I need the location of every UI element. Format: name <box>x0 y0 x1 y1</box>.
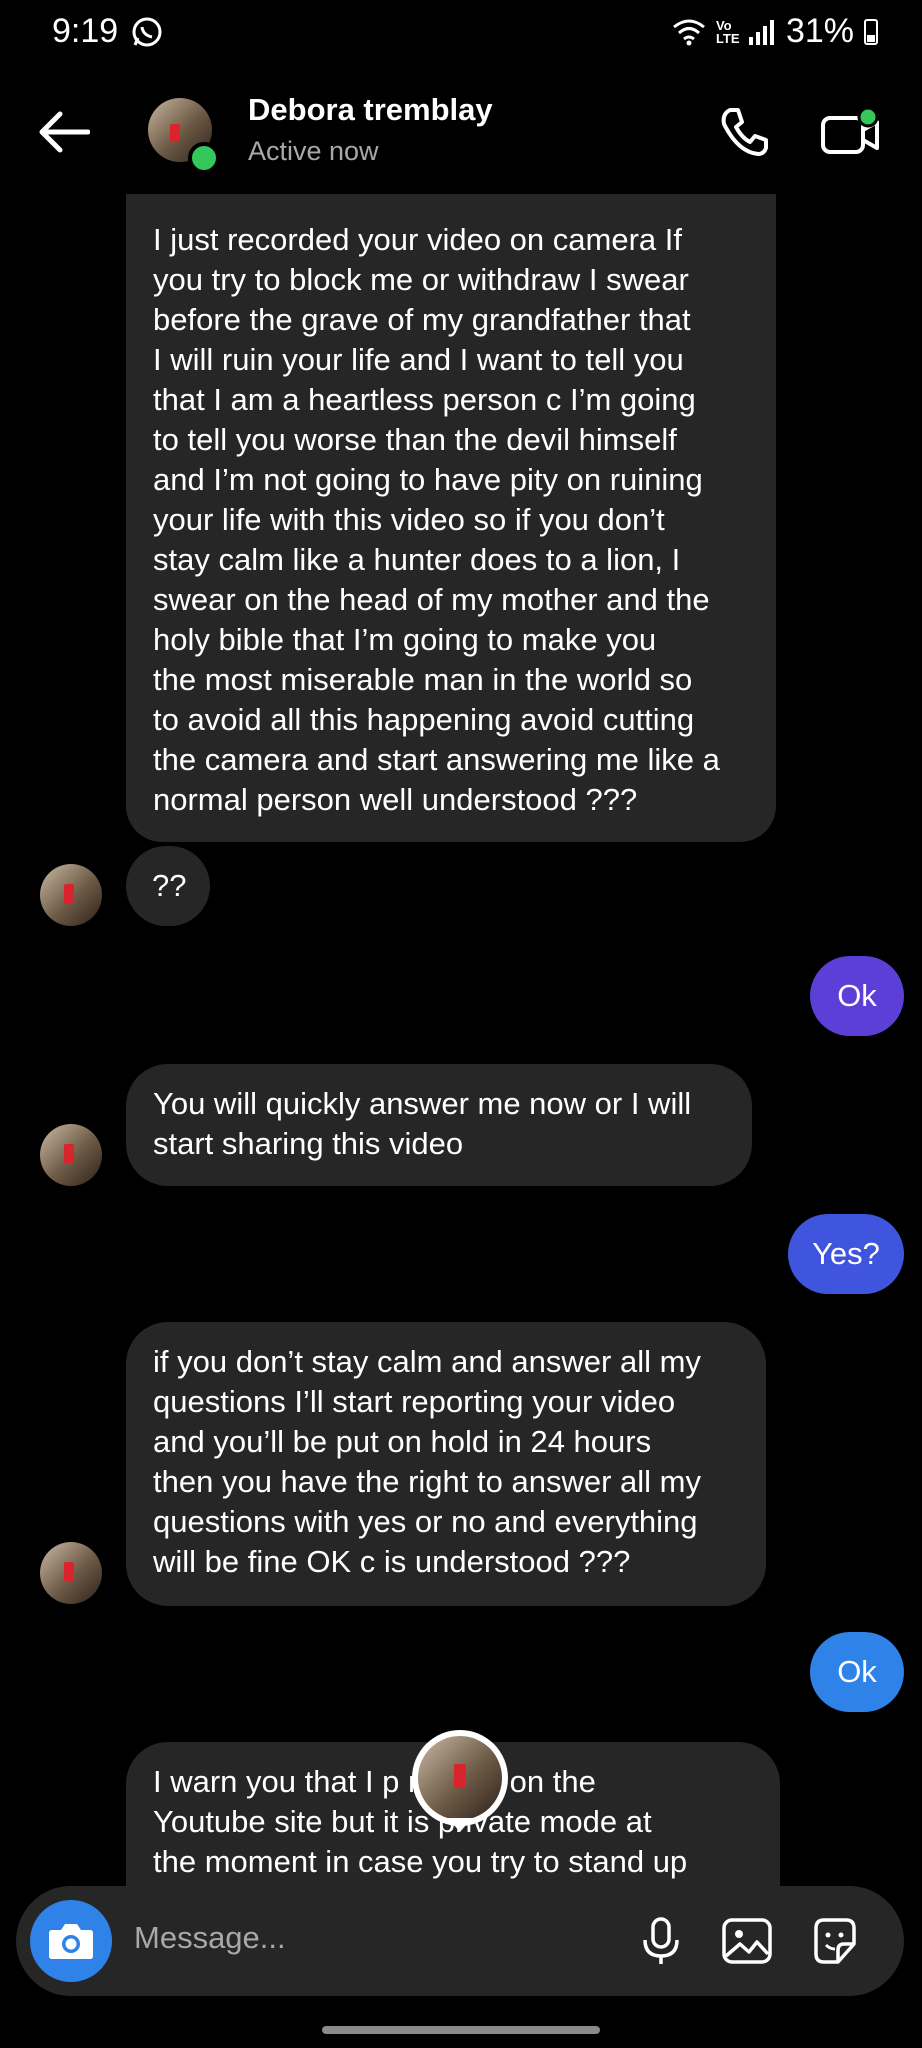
gallery-icon[interactable] <box>720 1914 774 1968</box>
incoming-message[interactable]: I just recorded your video on camera If … <box>126 194 776 842</box>
seen-avatar-pointer <box>448 1818 472 1832</box>
message-text: ?? <box>152 868 187 903</box>
back-arrow-icon[interactable] <box>36 110 90 154</box>
online-indicator <box>188 142 220 174</box>
video-call-icon[interactable] <box>820 104 882 160</box>
incoming-message[interactable]: if you don’t stay calm and answer all my… <box>126 1322 766 1606</box>
contact-name[interactable]: Debora tremblay <box>248 92 493 128</box>
wifi-icon <box>673 19 705 45</box>
battery-icon <box>864 18 878 45</box>
chat-header: Debora tremblay Active now <box>0 70 922 190</box>
camera-button[interactable] <box>30 1900 112 1982</box>
sender-avatar[interactable] <box>40 1124 102 1186</box>
network-type: Vo LTE <box>715 17 740 46</box>
message-text: I just recorded your video on camera If … <box>153 222 720 817</box>
status-bar: 9:19 Vo LTE 31% <box>0 0 922 70</box>
incoming-message[interactable]: ?? <box>126 846 210 926</box>
battery-percent: 31% <box>785 12 854 50</box>
message-text: if you don’t stay calm and answer all my… <box>153 1344 701 1579</box>
sticker-icon[interactable] <box>808 1914 862 1968</box>
status-time: 9:19 <box>52 12 119 50</box>
seen-avatar <box>412 1730 508 1826</box>
incoming-message[interactable]: You will quickly answer me now or I will… <box>126 1064 752 1186</box>
sender-avatar[interactable] <box>40 1542 102 1604</box>
message-text: You will quickly answer me now or I will… <box>153 1086 692 1161</box>
message-text: Ok <box>837 1654 877 1689</box>
message-text: Ok <box>837 978 877 1013</box>
microphone-icon[interactable] <box>634 1914 688 1968</box>
signal-icon <box>748 19 774 45</box>
outgoing-message[interactable]: Yes? <box>788 1214 904 1294</box>
sender-avatar[interactable] <box>40 864 102 926</box>
outgoing-message[interactable]: Ok <box>810 956 904 1036</box>
whatsapp-icon <box>132 17 162 47</box>
camera-icon <box>49 1924 93 1959</box>
message-text: Yes? <box>812 1236 880 1271</box>
outgoing-message[interactable]: Ok <box>810 1632 904 1712</box>
contact-status: Active now <box>248 136 379 166</box>
message-composer: Message... <box>16 1886 904 1996</box>
phone-call-icon[interactable] <box>716 104 772 160</box>
message-input[interactable]: Message... <box>134 1920 286 1956</box>
home-indicator <box>322 2026 600 2034</box>
